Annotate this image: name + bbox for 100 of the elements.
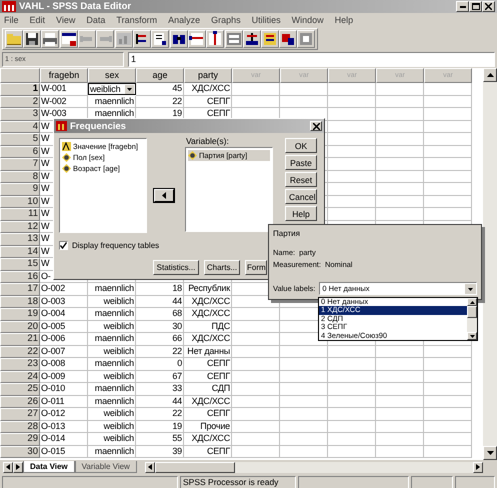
row-header[interactable]: 4: [0, 120, 40, 133]
chart-button[interactable]: [114, 30, 132, 48]
row-header[interactable]: 7: [0, 158, 40, 170]
table-cell: 22: [136, 96, 184, 108]
insert-variable-button[interactable]: [206, 30, 224, 48]
row-header[interactable]: 23: [0, 358, 40, 370]
close-button[interactable]: [482, 1, 495, 12]
menu-item[interactable]: Graphs: [211, 14, 241, 24]
row-header[interactable]: 21: [0, 333, 40, 346]
row-header[interactable]: 20: [0, 320, 40, 333]
column-header[interactable]: age: [136, 68, 184, 83]
table-cell: [328, 183, 376, 196]
redo-button[interactable]: [96, 30, 114, 48]
row-header[interactable]: 14: [0, 246, 40, 258]
row-header[interactable]: 12: [0, 220, 40, 233]
move-variable-button[interactable]: [154, 189, 174, 202]
insert-case-button[interactable]: [188, 30, 206, 48]
dialog-button[interactable]: Form: [245, 260, 267, 275]
row-header[interactable]: 28: [0, 420, 40, 433]
row-header[interactable]: 25: [0, 383, 40, 396]
table-cell: O-005: [40, 320, 88, 333]
row-header[interactable]: 29: [0, 433, 40, 446]
sheet-tab[interactable]: Variable View: [74, 461, 137, 473]
row-header[interactable]: 3: [0, 108, 40, 120]
menu-item[interactable]: Edit: [30, 14, 46, 24]
row-header[interactable]: 1: [0, 83, 40, 96]
table-cell: [328, 396, 376, 408]
row-header[interactable]: 16: [0, 270, 40, 283]
table-cell: [328, 133, 376, 146]
menu-item[interactable]: Help: [334, 14, 354, 24]
menu-item[interactable]: File: [4, 14, 19, 24]
row-header[interactable]: 10: [0, 196, 40, 208]
print-button[interactable]: [41, 30, 59, 48]
sheet-tab[interactable]: Data View: [23, 461, 75, 473]
variables-button[interactable]: [151, 30, 169, 48]
row-header[interactable]: 19: [0, 308, 40, 320]
corner-header[interactable]: [0, 68, 40, 83]
table-cell: [328, 383, 376, 396]
weight-button[interactable]: [242, 30, 260, 48]
table-cell: [376, 446, 424, 458]
menu-item[interactable]: Analyze: [168, 14, 200, 24]
save-button[interactable]: [23, 30, 41, 48]
checkbox[interactable]: [59, 241, 68, 250]
menu-item[interactable]: Data: [86, 14, 106, 24]
row-header[interactable]: 17: [0, 283, 40, 296]
open-button[interactable]: [5, 30, 23, 48]
row-header[interactable]: 22: [0, 346, 40, 358]
row-header[interactable]: 9: [0, 183, 40, 196]
cell-dropdown[interactable]: weiblich: [88, 83, 136, 95]
minimize-button[interactable]: [456, 1, 469, 12]
row-header[interactable]: 24: [0, 370, 40, 383]
dialog-recall-button[interactable]: [60, 30, 78, 48]
list-scrollbar[interactable]: [467, 298, 477, 340]
table-cell: [328, 346, 376, 358]
cell-value-field[interactable]: 1: [128, 52, 495, 67]
use-sets-button[interactable]: [297, 30, 315, 48]
column-header[interactable]: fragebn: [40, 68, 88, 83]
value-labels-button[interactable]: [279, 30, 297, 48]
table-cell: 45: [136, 83, 184, 96]
floppy-icon: [24, 31, 40, 47]
row-header[interactable]: 2: [0, 96, 40, 108]
find-button[interactable]: [170, 30, 188, 48]
row-header[interactable]: 15: [0, 258, 40, 270]
vertical-scrollbar[interactable]: [483, 68, 497, 460]
row-header[interactable]: 30: [0, 446, 40, 458]
goto-case-button[interactable]: [133, 30, 151, 48]
row-header[interactable]: 27: [0, 408, 40, 420]
dialog-button[interactable]: Paste: [285, 155, 317, 170]
dialog-button[interactable]: Statistics...: [153, 260, 199, 275]
menu-item[interactable]: Window: [292, 14, 324, 24]
row-header[interactable]: 5: [0, 133, 40, 146]
dialog-button[interactable]: Charts...: [204, 260, 240, 275]
row-header[interactable]: 13: [0, 233, 40, 246]
table-cell: [280, 396, 328, 408]
split-file-button[interactable]: [224, 30, 242, 48]
menu-item[interactable]: View: [56, 14, 76, 24]
dialog-button[interactable]: Reset: [285, 172, 317, 187]
status-panel: [455, 476, 495, 488]
dialog-button[interactable]: OK: [285, 138, 317, 153]
table-cell: 67: [136, 370, 184, 383]
row-header[interactable]: 6: [0, 146, 40, 158]
row-header[interactable]: 26: [0, 396, 40, 408]
column-header[interactable]: party: [184, 68, 232, 83]
row-header[interactable]: 8: [0, 170, 40, 183]
menu-item[interactable]: Transform: [116, 14, 158, 24]
maximize-icon: [472, 3, 480, 10]
column-header[interactable]: sex: [88, 68, 136, 83]
table-cell: O-012: [40, 408, 88, 420]
dialog-button[interactable]: Cancel: [285, 189, 317, 204]
select-cases-button[interactable]: [260, 30, 278, 48]
horizontal-scrollbar[interactable]: [144, 462, 483, 472]
row-header[interactable]: 18: [0, 296, 40, 308]
table-cell: [232, 446, 280, 458]
maximize-button[interactable]: [469, 1, 482, 12]
table-cell: [328, 370, 376, 383]
menu-item[interactable]: Utilities: [252, 14, 281, 24]
row-header[interactable]: 11: [0, 208, 40, 220]
undo-button[interactable]: [78, 30, 96, 48]
close-button[interactable]: [310, 121, 322, 131]
dialog-button[interactable]: Help: [285, 206, 317, 221]
